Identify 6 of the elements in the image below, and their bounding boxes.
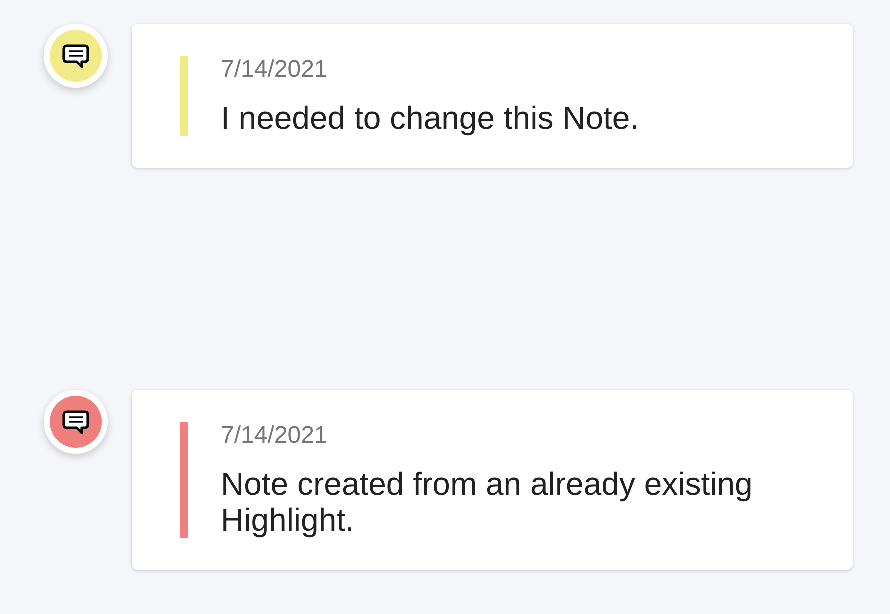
note-icon xyxy=(44,24,108,88)
note-text: Note created from an already existing Highlight. xyxy=(221,466,754,538)
note-date: 7/14/2021 xyxy=(221,422,329,450)
note-icon xyxy=(44,390,108,454)
note-text: I needed to change this Note. xyxy=(221,100,640,136)
note-date: 7/14/2021 xyxy=(221,56,329,84)
